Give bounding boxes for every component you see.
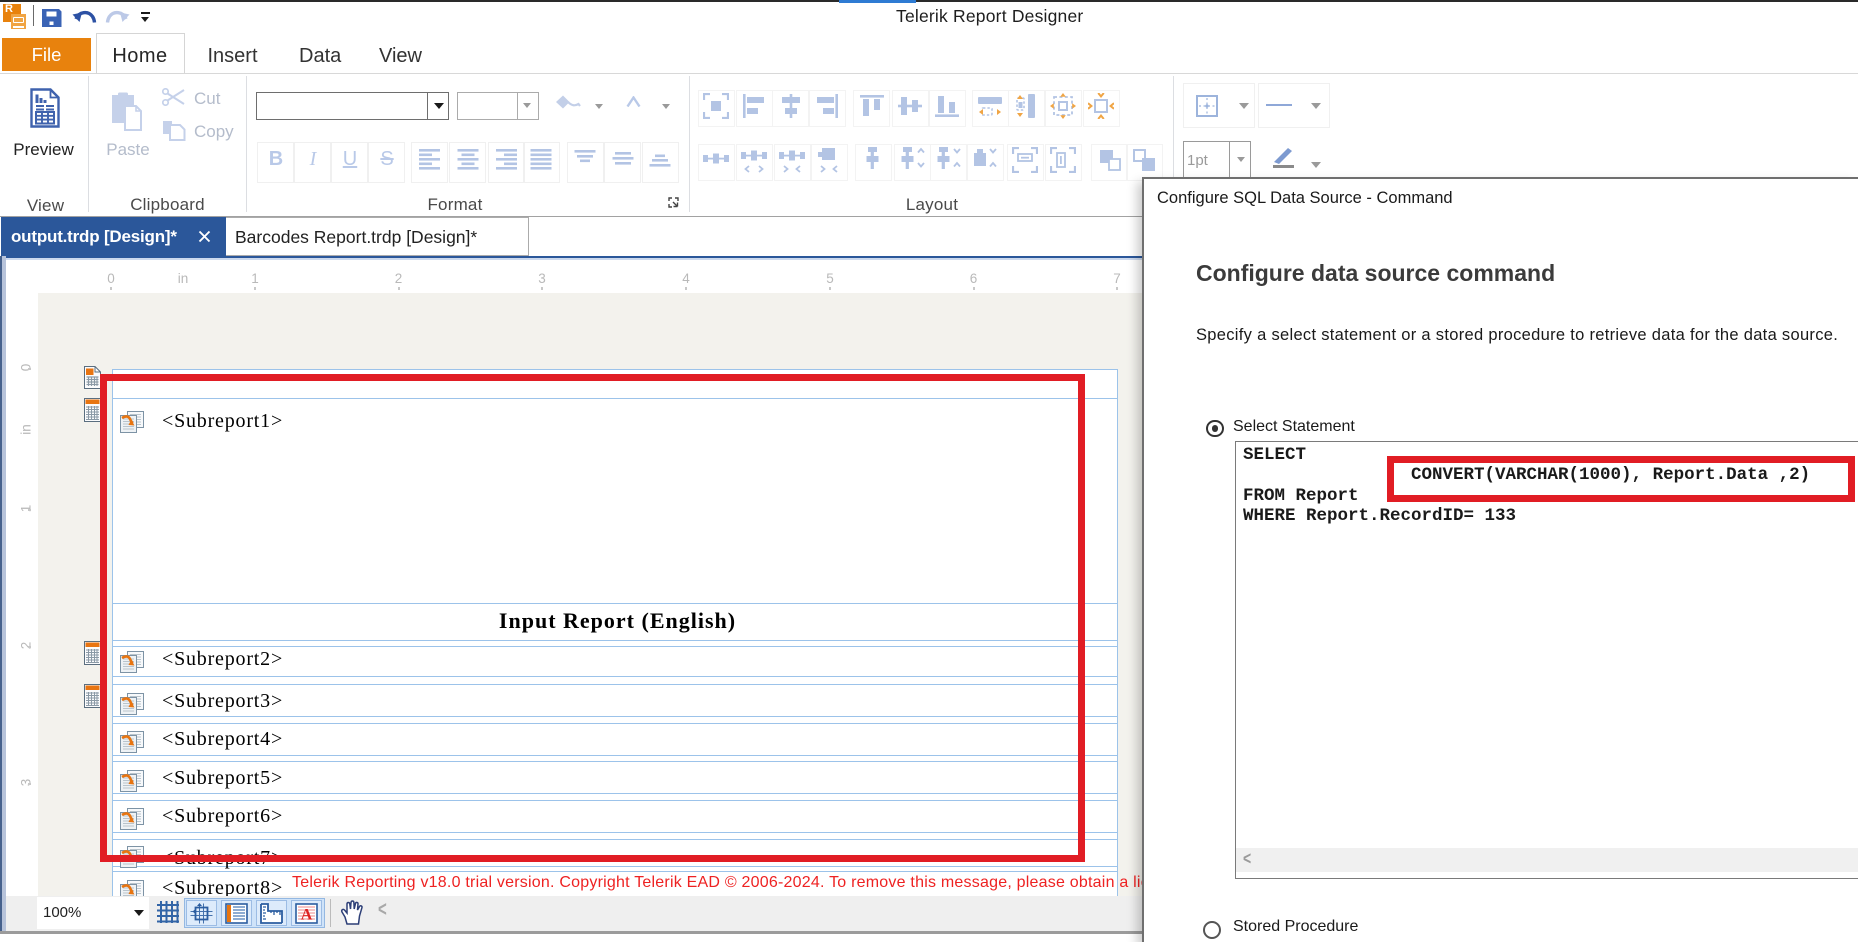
svg-text:A: A <box>301 906 313 923</box>
